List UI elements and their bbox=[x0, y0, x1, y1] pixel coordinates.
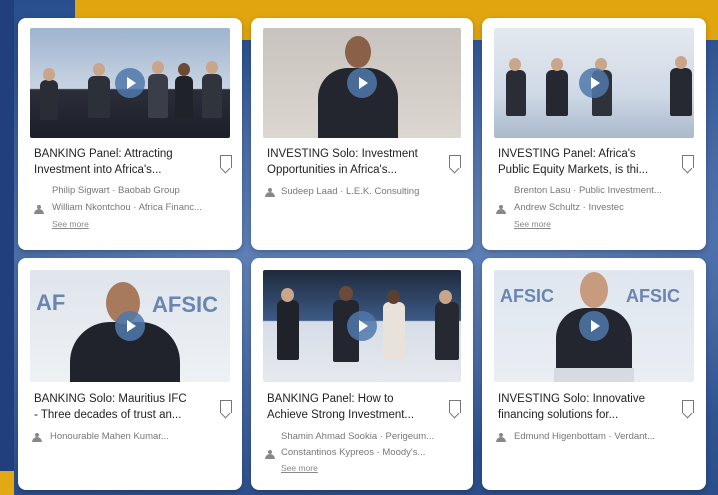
speaker-name: Philip Sigwart · Baobab Group bbox=[52, 185, 180, 196]
speaker-name: Andrew Schultz · Investec bbox=[514, 202, 624, 213]
play-icon[interactable] bbox=[115, 311, 145, 341]
video-card[interactable]: INVESTING Panel: Africa's Public Equity … bbox=[482, 18, 706, 250]
speaker-name: Shamin Ahmad Sookia · Perigeum... bbox=[281, 431, 435, 442]
thumbnail-logo-text: AFSIC bbox=[152, 292, 218, 317]
people-icon bbox=[265, 450, 275, 459]
play-icon[interactable] bbox=[347, 311, 377, 341]
video-card[interactable]: AFSIC AFSIC INVESTING Solo: Innovative f… bbox=[482, 258, 706, 490]
people-icon bbox=[32, 433, 42, 442]
play-icon[interactable] bbox=[347, 68, 377, 98]
bookmark-icon[interactable] bbox=[682, 400, 694, 413]
thumbnail-logo-text: AFSIC bbox=[500, 286, 554, 306]
thumbnail-logo-text: AF bbox=[36, 290, 66, 315]
video-title[interactable]: INVESTING Solo: Innovative financing sol… bbox=[498, 391, 668, 423]
play-icon[interactable] bbox=[579, 68, 609, 98]
gold-accent bbox=[0, 471, 14, 495]
speaker-name: Constantinos Kypreos · Moody's... bbox=[281, 447, 426, 458]
video-thumbnail[interactable] bbox=[263, 270, 461, 382]
speaker-name: Sudeep Laad · L.E.K. Consulting bbox=[281, 186, 420, 197]
video-title[interactable]: INVESTING Solo: Investment Opportunities… bbox=[267, 146, 437, 178]
people-icon bbox=[265, 188, 275, 197]
see-more-link[interactable]: See more bbox=[514, 219, 551, 229]
video-title[interactable]: BANKING Panel: How to Achieve Strong Inv… bbox=[267, 391, 437, 423]
video-title[interactable]: INVESTING Panel: Africa's Public Equity … bbox=[498, 146, 668, 178]
see-more-link[interactable]: See more bbox=[52, 219, 89, 229]
people-icon bbox=[34, 205, 44, 214]
left-stripe bbox=[0, 0, 14, 495]
video-card[interactable]: BANKING Panel: How to Achieve Strong Inv… bbox=[251, 258, 473, 490]
video-card[interactable]: INVESTING Solo: Investment Opportunities… bbox=[251, 18, 473, 250]
play-icon[interactable] bbox=[115, 68, 145, 98]
people-icon bbox=[496, 433, 506, 442]
see-more-link[interactable]: See more bbox=[281, 463, 318, 473]
people-icon bbox=[496, 205, 506, 214]
video-thumbnail[interactable] bbox=[263, 28, 461, 138]
video-thumbnail[interactable] bbox=[494, 28, 694, 138]
speaker-name: William Nkontchou · Africa Financ... bbox=[52, 202, 202, 213]
bookmark-icon[interactable] bbox=[220, 400, 232, 413]
video-thumbnail[interactable]: AF AFSIC bbox=[30, 270, 230, 382]
thumbnail-logo-text: AFSIC bbox=[626, 286, 680, 306]
video-card[interactable]: BANKING Panel: Attracting Investment int… bbox=[18, 18, 242, 250]
bookmark-icon[interactable] bbox=[220, 155, 232, 168]
video-thumbnail[interactable] bbox=[30, 28, 230, 138]
speaker-name: Honourable Mahen Kumar... bbox=[50, 431, 169, 442]
bookmark-icon[interactable] bbox=[449, 155, 461, 168]
bookmark-icon[interactable] bbox=[449, 400, 461, 413]
speaker-name: Brenton Lasu · Public Investment... bbox=[514, 185, 662, 196]
play-icon[interactable] bbox=[579, 311, 609, 341]
speaker-name: Edmund Higenbottam · Verdant... bbox=[514, 431, 655, 442]
bookmark-icon[interactable] bbox=[682, 155, 694, 168]
video-title[interactable]: BANKING Panel: Attracting Investment int… bbox=[34, 146, 204, 178]
video-title[interactable]: BANKING Solo: Mauritius IFC - Three deca… bbox=[34, 391, 204, 423]
video-card[interactable]: AF AFSIC BANKING Solo: Mauritius IFC - T… bbox=[18, 258, 242, 490]
video-thumbnail[interactable]: AFSIC AFSIC bbox=[494, 270, 694, 382]
